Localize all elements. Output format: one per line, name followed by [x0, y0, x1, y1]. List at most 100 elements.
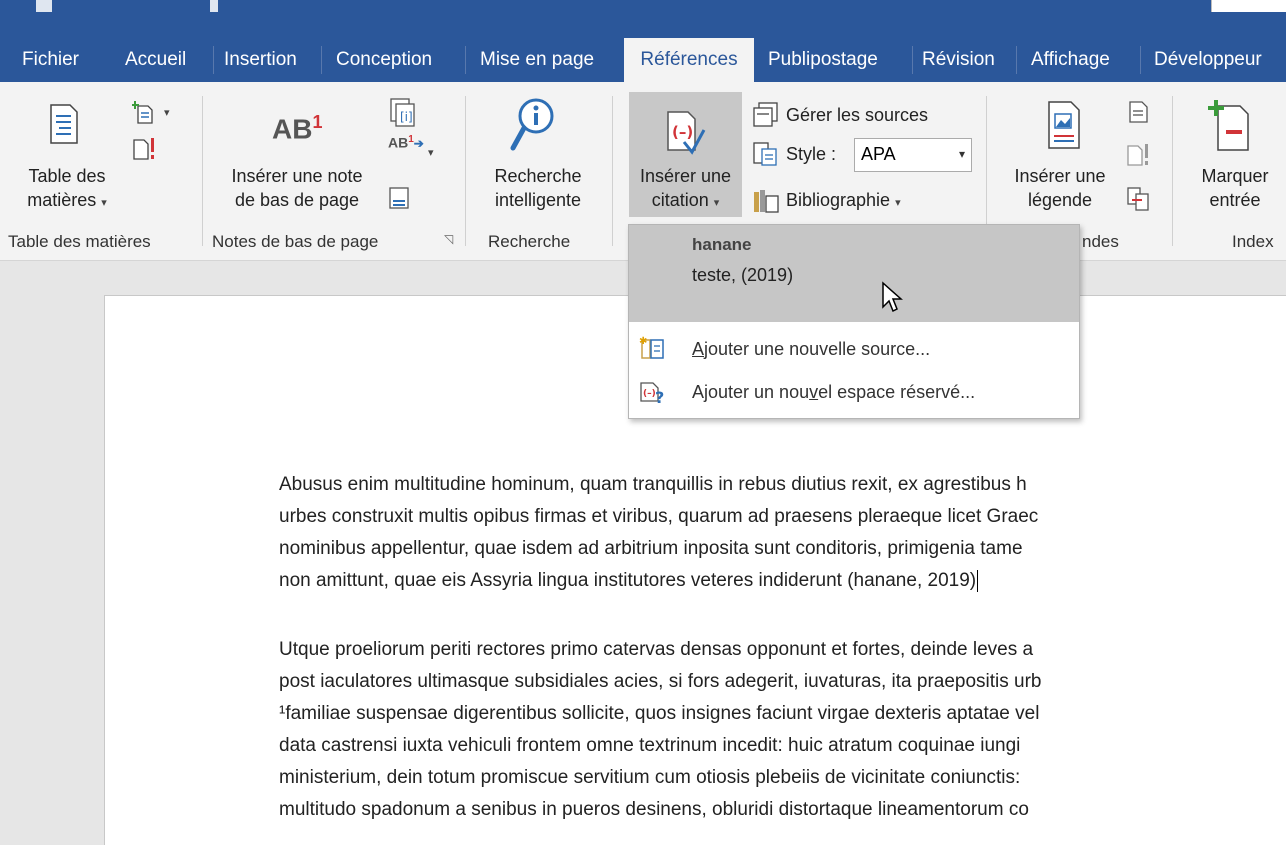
paragraph-1[interactable]: Abusus enim multitudine hominum, quam tr…: [279, 469, 1038, 597]
bibliography-button[interactable]: Bibliographie ▾: [786, 188, 901, 215]
save-icon[interactable]: [36, 0, 52, 12]
tab-separator: [1140, 46, 1141, 74]
add-new-source-icon: ✱: [639, 336, 664, 359]
svg-text:✱: ✱: [639, 336, 647, 347]
citation-label-line2-text: citation: [651, 190, 709, 210]
title-bar: [0, 0, 1286, 38]
insert-citation-menu: hanane teste, (2019) ✱ Ajouter une nouve…: [628, 224, 1080, 419]
show-notes-icon[interactable]: [388, 186, 412, 212]
update-table-icon[interactable]: [132, 134, 158, 164]
citation-author: hanane: [692, 235, 752, 254]
tab-insertion[interactable]: Insertion: [224, 38, 297, 82]
chevron-down-icon[interactable]: ▾: [428, 146, 434, 159]
tab-publipostage[interactable]: Publipostage: [768, 38, 878, 82]
paragraph-2[interactable]: Utque proeliorum periti rectores primo c…: [279, 634, 1042, 826]
insert-footnote-label[interactable]: Insérer une note de bas de page: [212, 164, 382, 212]
text-line: post iaculatores ultimasque subsidiales …: [279, 671, 1042, 692]
add-text-icon[interactable]: [132, 100, 154, 124]
group-separator: [1172, 96, 1173, 246]
tab-conception[interactable]: Conception: [336, 38, 432, 82]
bibliography-label: Bibliographie: [786, 190, 891, 210]
group-separator: [202, 96, 203, 246]
left-canvas-edge: [0, 261, 8, 844]
research-label-line1: Recherche: [494, 166, 582, 186]
bibliography-icon: [754, 190, 779, 213]
toc-label-line2: matières ▾: [18, 188, 116, 215]
toc-label-line2-text: matières: [27, 190, 97, 210]
add-source-text: jouter une nouvelle source...: [704, 339, 931, 359]
toc-label-line1: Table des: [28, 166, 106, 186]
text-line: urbes construxit multis opibus firmas et…: [279, 506, 1039, 527]
add-new-source-item[interactable]: Ajouter une nouvelle source...: [692, 339, 930, 360]
tab-separator: [912, 46, 913, 74]
citation-label-line1: Insérer une: [639, 166, 732, 186]
insert-caption-icon[interactable]: [1047, 100, 1081, 150]
chevron-down-icon[interactable]: ▾: [164, 106, 170, 119]
chevron-down-icon: ▾: [895, 197, 901, 209]
toc-button-label[interactable]: Table des matières ▾: [18, 164, 116, 215]
insert-footnote-icon[interactable]: AB1: [272, 112, 322, 145]
citation-label-line2: citation ▾: [629, 188, 742, 215]
insert-citation-label[interactable]: Insérer une citation ▾: [629, 164, 742, 215]
group-label-captions: ndes: [1082, 232, 1119, 251]
insert-citation-icon: (–): [667, 111, 706, 155]
update-table-of-figures-icon[interactable]: [1126, 140, 1152, 170]
insert-table-of-authorities-icon[interactable]: [i]: [388, 98, 418, 128]
mark-entry-label[interactable]: Marquer entrée: [1180, 164, 1286, 212]
text-line: non amittunt, quae eis Assyria lingua in…: [279, 570, 977, 591]
manage-sources-icon[interactable]: [752, 101, 780, 127]
smart-lookup-label[interactable]: Recherche intelligente: [476, 164, 600, 212]
tell-me-search-box[interactable]: [1211, 0, 1286, 12]
dialog-launcher-icon[interactable]: ◹: [444, 232, 453, 246]
svg-text:(–): (–): [643, 389, 656, 399]
insert-caption-label[interactable]: Insérer une légende: [998, 164, 1122, 212]
insert-endnote-icon[interactable]: AB1➔: [388, 134, 424, 151]
manage-sources-button[interactable]: Gérer les sources: [786, 103, 928, 127]
text-line: data castrensi iuxta vehiculi frontem om…: [279, 735, 1021, 756]
endnote-icon-text: AB: [388, 134, 409, 151]
index-label-line1: Marquer: [1201, 166, 1269, 186]
citation-style-select[interactable]: APA ▾: [854, 138, 972, 172]
style-icon: [753, 142, 777, 166]
mnemonic-letter: A: [692, 339, 705, 359]
tab-separator: [465, 46, 466, 74]
index-label-line2: entrée: [1209, 190, 1261, 210]
cross-reference-icon[interactable]: [1126, 186, 1152, 212]
citation-reference: teste, (2019): [692, 265, 794, 285]
tab-separator: [1016, 46, 1017, 74]
quick-access-icon[interactable]: [210, 0, 218, 12]
footnote-icon-sup: 1: [312, 112, 323, 132]
ribbon-tabs: Fichier Accueil Insertion Conception Mis…: [0, 38, 1286, 82]
mnemonic-letter: v: [809, 382, 819, 402]
insert-table-of-figures-icon[interactable]: [1128, 100, 1150, 124]
group-label-footnotes: Notes de bas de page: [212, 232, 379, 251]
table-of-contents-icon[interactable]: [50, 104, 78, 144]
tab-mise-en-page[interactable]: Mise en page: [480, 38, 594, 82]
svg-text:[i]: [i]: [400, 110, 413, 124]
footnote-label-line2: de bas de page: [234, 190, 360, 210]
tab-references[interactable]: Références: [624, 38, 754, 82]
chevron-down-icon: ▾: [958, 147, 965, 161]
svg-text:(–): (–): [672, 123, 693, 141]
text-line: ministerium, dein totum promiscue servit…: [279, 767, 1021, 788]
tab-affichage[interactable]: Affichage: [1031, 38, 1110, 82]
style-select-value: APA: [861, 144, 896, 164]
text-line: multitudo spadonum a senibus in pueros d…: [279, 799, 1029, 820]
text-cursor: [977, 569, 979, 592]
group-label-toc: Table des matières: [8, 232, 151, 251]
citation-source-item[interactable]: hanane teste, (2019): [629, 225, 1079, 322]
tab-revision[interactable]: Révision: [922, 38, 995, 82]
smart-lookup-icon[interactable]: [510, 96, 556, 152]
tab-developpeur[interactable]: Développeur: [1154, 38, 1262, 82]
style-label: Style :: [786, 144, 837, 164]
arrow-icon: ➔: [413, 136, 424, 151]
tab-fichier[interactable]: Fichier: [22, 38, 79, 82]
mark-entry-icon[interactable]: [1208, 100, 1252, 152]
tab-accueil[interactable]: Accueil: [125, 38, 186, 82]
chevron-down-icon: ▾: [713, 197, 720, 209]
group-separator: [465, 96, 466, 246]
group-label-research: Recherche: [488, 232, 571, 251]
caption-label-line2: légende: [1027, 190, 1093, 210]
footnote-label-line1: Insérer une note: [231, 166, 363, 186]
add-placeholder-item[interactable]: Ajouter un nouvel espace réservé...: [692, 382, 975, 403]
